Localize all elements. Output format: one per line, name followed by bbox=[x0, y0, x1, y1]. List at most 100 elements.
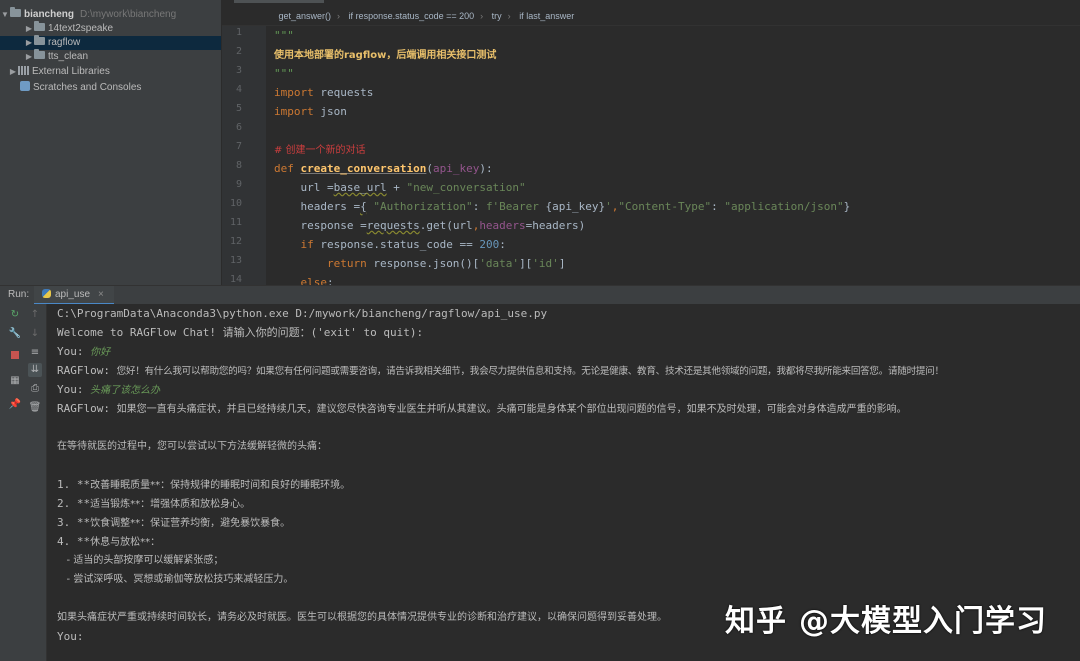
layout-icon[interactable]: ▦ bbox=[8, 374, 22, 388]
close-icon[interactable]: × bbox=[98, 289, 104, 300]
project-panel: ▼ biancheng D:\mywork\biancheng ▶ 14text2sp… bbox=[0, 0, 222, 285]
code-text: url = bbox=[274, 181, 334, 194]
list-marker: 1. ** bbox=[57, 478, 91, 491]
tree-item-scratches[interactable]: Scratches and Consoles bbox=[0, 80, 221, 94]
wrench-icon[interactable]: 🔧 bbox=[8, 327, 22, 341]
user-input-text: 你好 bbox=[90, 347, 111, 358]
line-number: 8 bbox=[235, 160, 242, 171]
list-marker: 4. ** bbox=[57, 535, 91, 548]
python-file-icon bbox=[42, 289, 51, 298]
code-line-5: import json bbox=[274, 102, 347, 121]
code-text: + bbox=[386, 181, 407, 194]
line-number: 9 bbox=[235, 179, 242, 190]
console-reply-line: RAGFlow: 如果您一直有头痛症状，并且已经持续几天，建议您尽快咨询专业医生… bbox=[57, 399, 907, 418]
list-title: 适当锻炼 bbox=[90, 499, 131, 510]
editor-tab[interactable] bbox=[234, 0, 324, 3]
code-text: { bbox=[360, 200, 367, 213]
console-user-line: You: 你好 bbox=[57, 342, 110, 361]
tree-item-ragflow[interactable]: ▶ ragflow bbox=[0, 35, 221, 50]
project-panel-header bbox=[0, 0, 221, 5]
code-text: {api_key} bbox=[545, 200, 606, 213]
line-number: 5 bbox=[235, 103, 242, 114]
code-line-2: 使用本地部署的ragflow，后端调用相关接口测试 bbox=[274, 45, 496, 64]
keyword: def bbox=[274, 162, 301, 175]
number-literal: 200 bbox=[479, 238, 500, 251]
docstring-text: 使用本地部署的ragflow，后端调用相关接口测试 bbox=[274, 50, 497, 61]
breadcrumb-item[interactable]: get_answer() bbox=[279, 8, 332, 25]
watermark-author: @大模型入门学习 bbox=[799, 604, 1047, 639]
code-line-1: """ bbox=[274, 26, 294, 45]
code-area[interactable]: """ 使用本地部署的ragflow，后端调用相关接口测试 """ import… bbox=[274, 26, 1074, 285]
scroll-to-end-icon[interactable]: ⇊ bbox=[28, 363, 42, 377]
chevron-down-icon[interactable]: ▼ bbox=[0, 8, 10, 22]
run-tool-window-header: Run: api_use × bbox=[0, 285, 1080, 305]
breadcrumb-separator: › bbox=[337, 11, 341, 21]
breadcrumb-item[interactable]: if response.status_code == 200 bbox=[349, 8, 475, 25]
watermark: 知乎 @大模型入门学习 bbox=[725, 596, 1047, 640]
chevron-right-icon[interactable]: ▶ bbox=[24, 22, 34, 36]
console-welcome: Welcome to RAGFlow Chat! 请输入你的问题：('exit'… bbox=[57, 323, 423, 342]
tree-item-label: External Libraries bbox=[32, 66, 110, 77]
keyword: else bbox=[274, 276, 327, 285]
list-item: 2. **适当锻炼**：增强体质和放松身心。 bbox=[57, 494, 250, 513]
tree-item-tts-clean[interactable]: ▶ tts_clean bbox=[0, 49, 221, 64]
folder-icon bbox=[34, 35, 45, 45]
line-number-gutter[interactable]: 1 2 3 4 5 6 7 8 9 10 11 12 13 14 bbox=[222, 26, 266, 285]
tree-item-external-libraries[interactable]: ▶ External Libraries bbox=[0, 65, 221, 79]
string-literal: "Authorization" bbox=[366, 200, 473, 213]
trash-icon[interactable]: 🗑 bbox=[28, 401, 42, 415]
tree-root-biancheng[interactable]: ▼ biancheng D:\mywork\biancheng bbox=[0, 7, 221, 22]
tree-item-label: 14text2speake bbox=[48, 23, 114, 34]
code-text: response.json()[ bbox=[366, 257, 480, 270]
console-user-line: You: 头痛了该怎么办 bbox=[57, 380, 160, 399]
line-number: 14 bbox=[229, 274, 242, 285]
line-number: 6 bbox=[235, 122, 242, 133]
soft-wrap-icon[interactable]: ≡ bbox=[28, 346, 42, 360]
list-text: **：增强体质和放松身心。 bbox=[130, 499, 251, 510]
chevron-right-icon[interactable]: ▶ bbox=[24, 36, 34, 50]
keyword: if bbox=[274, 238, 314, 251]
keyword: import bbox=[274, 86, 314, 99]
code-text: response.status_code == bbox=[313, 238, 480, 251]
line-number: 11 bbox=[229, 217, 242, 228]
run-label: Run: bbox=[8, 289, 30, 300]
pin-icon[interactable]: 📌 bbox=[8, 398, 22, 412]
code-text: response = bbox=[274, 219, 367, 232]
rerun-icon[interactable]: ↻ bbox=[8, 308, 22, 322]
down-arrow-icon[interactable]: ↓ bbox=[28, 327, 42, 341]
reply-text: 如果您一直有头痛症状，并且已经持续几天，建议您尽快咨询专业医生并听从其建议。头痛… bbox=[116, 404, 907, 415]
keyword: return bbox=[274, 257, 367, 270]
code-line-14: else: bbox=[274, 273, 333, 285]
ragflow-label: RAGFlow: bbox=[57, 364, 117, 377]
console-reply-line: RAGFlow: 您好！有什么我可以帮助您的吗？如果您有任何问题或需要咨询，请告… bbox=[57, 361, 944, 380]
tree-item-14text2speake[interactable]: ▶ 14text2speake bbox=[0, 21, 221, 36]
code-line-12: if response.status_code == 200: bbox=[274, 235, 506, 254]
tree-root-path: D:\mywork\biancheng bbox=[80, 9, 177, 20]
tree-root-name: biancheng bbox=[24, 9, 75, 20]
print-icon[interactable]: ⎙ bbox=[28, 382, 42, 396]
folder-icon bbox=[34, 49, 45, 59]
code-text: requests bbox=[366, 219, 420, 232]
parameter: api_key bbox=[432, 162, 480, 175]
chevron-right-icon[interactable]: ▶ bbox=[24, 50, 34, 64]
breadcrumb-item[interactable]: try bbox=[492, 8, 502, 25]
up-arrow-icon[interactable]: ↑ bbox=[28, 308, 42, 322]
code-text: .get(url bbox=[419, 219, 473, 232]
chevron-right-icon[interactable]: ▶ bbox=[8, 65, 18, 79]
line-number: 2 bbox=[235, 46, 242, 57]
list-title: 休息与放松 bbox=[90, 537, 141, 548]
code-text: : bbox=[499, 238, 506, 251]
code-text: =headers) bbox=[525, 219, 586, 232]
console-text: 在等待就医的过程中，您可以尝试以下方法缓解轻微的头痛： bbox=[57, 441, 327, 452]
stop-icon[interactable] bbox=[8, 348, 22, 362]
console-command: C:\ProgramData\Anaconda3\python.exe D:/m… bbox=[57, 307, 548, 320]
line-number: 3 bbox=[235, 65, 242, 76]
code-line-9: url =base_url + "new_conversation" bbox=[274, 178, 525, 197]
code-editor[interactable]: get_answer() › if response.status_code ==… bbox=[222, 0, 1080, 285]
breadcrumb-item[interactable]: if last_answer bbox=[519, 8, 574, 25]
run-tab-api-use[interactable]: api_use × bbox=[34, 286, 114, 305]
library-icon bbox=[18, 66, 29, 75]
run-tab-label: api_use bbox=[55, 289, 91, 300]
breadcrumb-separator: › bbox=[480, 11, 484, 21]
string-literal: 'data' bbox=[479, 257, 520, 270]
